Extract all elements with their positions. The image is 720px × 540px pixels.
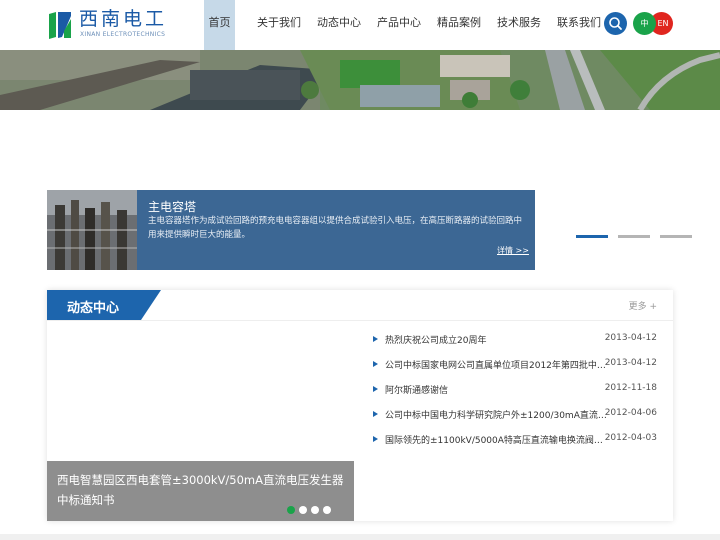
product-image	[47, 190, 137, 270]
product-description: 主电容器塔作为成试验回路的预充电电容器组以提供合成试验引入电压，在高压断路器的试…	[148, 216, 523, 240]
featured-news[interactable]: 西电智慧园区西电套管±3000kV/50mA直流电压发生器中标通知书	[47, 461, 354, 521]
news-item-date: 2012-04-03	[604, 433, 657, 443]
product-more-link[interactable]: 详情 >>	[497, 245, 529, 256]
news-item-title: 国际领先的±1100kV/5000A特高压直流输电换流阀研制成功	[385, 436, 607, 446]
news-item-title: 热烈庆祝公司成立20周年	[385, 336, 487, 346]
featured-dot[interactable]	[323, 506, 331, 514]
news-panel: 动态中心 更多 + 西电智慧园区西电套管±3000kV/50mA直流电压发生器中…	[47, 290, 673, 521]
slider-dot[interactable]	[576, 235, 608, 238]
nav-item-services[interactable]: 技术服务	[489, 0, 549, 50]
logo-mark-icon	[49, 12, 71, 39]
news-item-date: 2013-04-12	[604, 358, 657, 368]
nav-item-news[interactable]: 动态中心	[309, 0, 369, 50]
product-slider-pagination	[576, 235, 702, 238]
logo[interactable]: 西南电工 XINAN ELECTROTECHNICS	[47, 9, 172, 41]
header: 西南电工 XINAN ELECTROTECHNICS 首页 关于我们 动态中心 …	[0, 0, 720, 50]
slider-dot[interactable]	[618, 235, 650, 238]
lang-cn-button[interactable]: 中	[633, 12, 656, 35]
divider	[47, 320, 673, 321]
featured-news-caption: 西电智慧园区西电套管±3000kV/50mA直流电压发生器中标通知书	[57, 473, 344, 507]
featured-dot[interactable]	[311, 506, 319, 514]
triangle-bullet-icon	[373, 386, 378, 392]
news-item-date: 2013-04-12	[604, 333, 657, 343]
slider-dot[interactable]	[660, 235, 692, 238]
news-item-title: 公司中标国家电网公司直属单位项目2012年第四批中标结果	[385, 361, 607, 371]
news-item-date: 2012-04-06	[604, 408, 657, 418]
news-list-item[interactable]: 公司中标中国电力科学研究院户外±1200/30mA直流电压发生器 2012-04…	[373, 405, 659, 430]
search-icon	[609, 17, 622, 30]
triangle-bullet-icon	[373, 361, 378, 367]
news-more-link[interactable]: 更多 +	[629, 299, 657, 312]
news-item-date: 2012-11-18	[604, 383, 657, 393]
featured-news-pagination	[287, 506, 335, 514]
news-list-item[interactable]: 阿尔斯通感谢信 2012-11-18	[373, 380, 659, 405]
nav-item-about[interactable]: 关于我们	[249, 0, 309, 50]
main-nav: 首页 关于我们 动态中心 产品中心 精品案例 技术服务 联系我们	[204, 0, 609, 50]
triangle-bullet-icon	[373, 336, 378, 342]
featured-dot[interactable]	[287, 506, 295, 514]
news-list-item[interactable]: 公司中标国家电网公司直属单位项目2012年第四批中标结果 2013-04-12	[373, 355, 659, 380]
news-section-tab[interactable]: 动态中心	[47, 290, 161, 320]
featured-dot[interactable]	[299, 506, 307, 514]
logo-text-cn: 西南电工	[79, 8, 168, 30]
triangle-bullet-icon	[373, 411, 378, 417]
news-item-title: 公司中标中国电力科学研究院户外±1200/30mA直流电压发生器	[385, 411, 607, 421]
news-list: 热烈庆祝公司成立20周年 2013-04-12 公司中标国家电网公司直属单位项目…	[373, 330, 659, 455]
nav-item-home[interactable]: 首页	[204, 0, 235, 50]
nav-item-cases[interactable]: 精品案例	[429, 0, 489, 50]
product-title: 主电容塔	[148, 200, 197, 214]
news-item-title: 阿尔斯通感谢信	[385, 386, 449, 396]
triangle-bullet-icon	[373, 436, 378, 442]
page: 西南电工 XINAN ELECTROTECHNICS 首页 关于我们 动态中心 …	[0, 0, 720, 540]
news-section-title: 动态中心	[67, 301, 120, 316]
news-list-item[interactable]: 热烈庆祝公司成立20周年 2013-04-12	[373, 330, 659, 355]
hero-banner-image	[0, 50, 720, 110]
logo-text-en: XINAN ELECTROTECHNICS	[80, 31, 166, 38]
nav-item-contact[interactable]: 联系我们	[549, 0, 609, 50]
page-bottom-strip	[0, 534, 720, 540]
search-button[interactable]	[604, 12, 627, 35]
news-list-item[interactable]: 国际领先的±1100kV/5000A特高压直流输电换流阀研制成功 2012-04…	[373, 430, 659, 455]
nav-item-products[interactable]: 产品中心	[369, 0, 429, 50]
product-slide[interactable]: 主电容塔 主电容器塔作为成试验回路的预充电电容器组以提供合成试验引入电压，在高压…	[47, 190, 535, 270]
